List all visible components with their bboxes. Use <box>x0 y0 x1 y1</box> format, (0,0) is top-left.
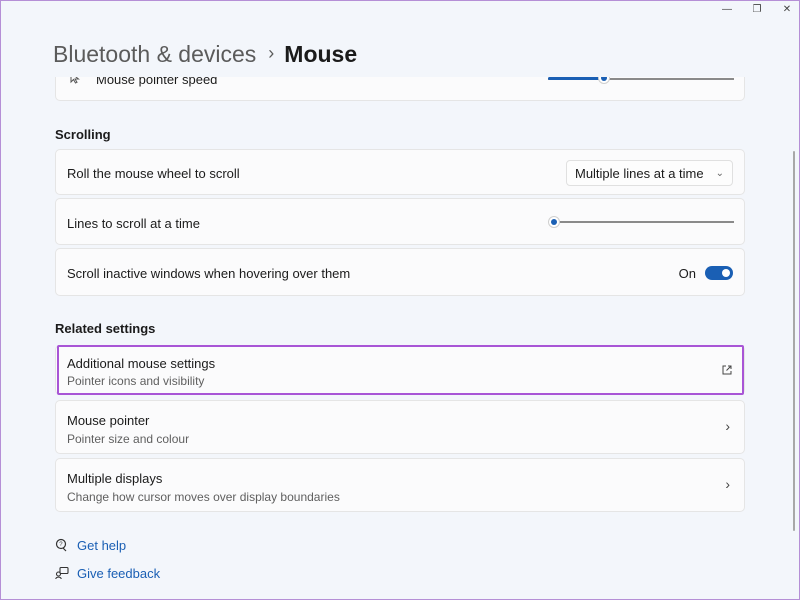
lines-to-scroll-label: Lines to scroll at a time <box>67 216 200 231</box>
chevron-down-icon: ⌄ <box>715 167 724 179</box>
multiple-displays-row[interactable]: Multiple displays Change how cursor move… <box>55 458 745 512</box>
roll-wheel-label: Roll the mouse wheel to scroll <box>67 166 240 181</box>
scroll-inactive-row: Scroll inactive windows when hovering ov… <box>55 248 745 296</box>
settings-content[interactable]: Mouse pointer speed Scrolling Roll the m… <box>1 77 800 600</box>
svg-text:?: ? <box>59 542 63 548</box>
window-controls: — ❐ ✕ <box>721 5 793 15</box>
breadcrumb-separator: › <box>268 43 275 63</box>
scroll-inactive-label: Scroll inactive windows when hovering ov… <box>67 266 351 281</box>
roll-wheel-value: Multiple lines at a time <box>574 165 704 181</box>
help-icon: ? <box>55 538 67 552</box>
scrollbar[interactable] <box>793 151 795 531</box>
lines-slider-thumb[interactable] <box>548 216 560 228</box>
pointer-speed-row: Mouse pointer speed <box>55 77 745 101</box>
feedback-icon <box>55 566 69 580</box>
chevron-right-icon: › <box>725 476 730 492</box>
related-section-title: Related settings <box>55 321 156 336</box>
lines-slider-track[interactable] <box>554 221 734 223</box>
multiple-displays-subtitle: Change how cursor moves over display bou… <box>67 490 340 504</box>
additional-mouse-settings-title: Additional mouse settings <box>67 356 216 371</box>
close-button[interactable]: ✕ <box>781 5 793 15</box>
additional-mouse-settings-subtitle: Pointer icons and visibility <box>67 374 205 388</box>
mouse-pointer-subtitle: Pointer size and colour <box>67 432 190 446</box>
get-help-link[interactable]: Get help <box>77 538 126 553</box>
chevron-right-icon: › <box>725 418 730 434</box>
mouse-pointer-icon <box>70 77 80 84</box>
roll-wheel-row: Roll the mouse wheel to scroll Multiple … <box>55 149 745 195</box>
give-feedback-link[interactable]: Give feedback <box>77 566 160 581</box>
breadcrumb-parent[interactable]: Bluetooth & devices <box>53 41 256 68</box>
roll-wheel-dropdown[interactable]: Multiple lines at a time ⌄ <box>565 160 733 186</box>
minimize-button[interactable]: — <box>721 5 733 15</box>
page-title: Mouse <box>284 41 358 67</box>
scroll-inactive-toggle[interactable] <box>705 266 733 280</box>
settings-window: — ❐ ✕ Bluetooth & devices › Mouse Mouse … <box>0 0 800 600</box>
scroll-inactive-state: On <box>678 266 696 281</box>
scrolling-section-title: Scrolling <box>55 127 111 142</box>
breadcrumb: Bluetooth & devices › Mouse <box>53 41 357 68</box>
open-external-icon <box>722 365 732 375</box>
lines-to-scroll-row: Lines to scroll at a time <box>55 198 745 245</box>
pointer-speed-label: Mouse pointer speed <box>96 77 218 87</box>
pointer-speed-fill <box>548 77 604 80</box>
pointer-speed-thumb[interactable] <box>597 77 610 84</box>
mouse-pointer-title: Mouse pointer <box>67 413 150 428</box>
restore-button[interactable]: ❐ <box>751 5 763 15</box>
additional-mouse-settings-row[interactable]: Additional mouse settings Pointer icons … <box>55 345 745 395</box>
mouse-pointer-row[interactable]: Mouse pointer Pointer size and colour › <box>55 400 745 454</box>
multiple-displays-title: Multiple displays <box>67 471 163 486</box>
